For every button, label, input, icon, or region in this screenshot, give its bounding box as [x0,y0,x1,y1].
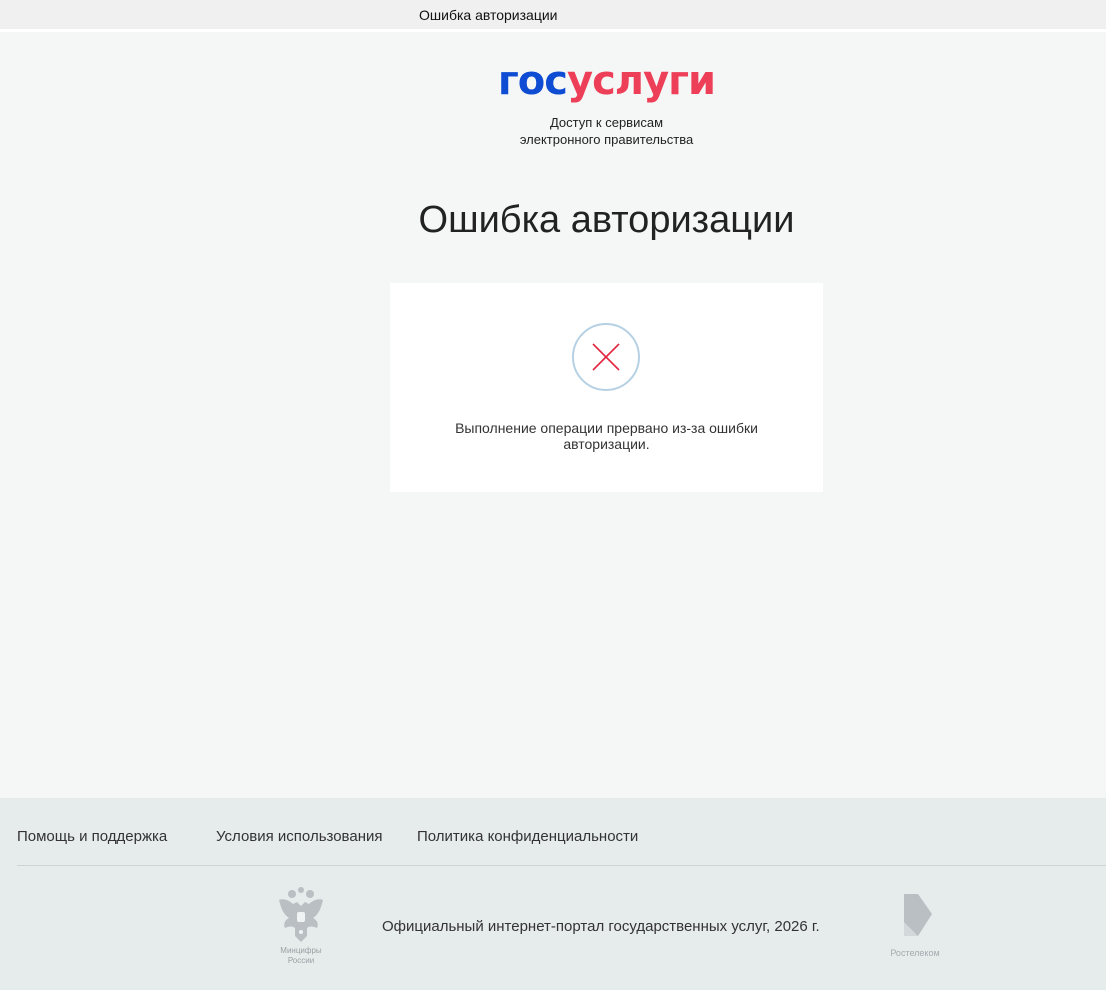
ministry-name: Минцифры России [268,946,334,966]
error-icon-circle [572,323,640,391]
logo-part-uslugi: услуги [567,58,716,104]
window-title: Ошибка авторизации [419,7,558,23]
gosuslugi-logo[interactable]: госуслуги [0,57,1106,105]
mintsifry-logo[interactable]: Минцифры России [268,886,334,970]
rostelecom-icon [904,894,932,936]
coat-of-arms-icon [279,887,323,942]
footer-link-privacy[interactable]: Политика конфиденциальности [417,828,638,848]
close-x-icon [592,343,620,371]
footer-link-terms[interactable]: Условия использования [216,828,417,848]
error-message: Выполнение операции прервано из-за ошибк… [390,420,823,452]
main-content: госуслуги Доступ к сервисам электронного… [0,35,1106,798]
rostelecom-logo[interactable]: Ростелеком [880,892,950,962]
error-message-line-2: авторизации. [563,436,650,452]
footer: Помощь и поддержка Условия использования… [0,798,1106,990]
footer-link-help[interactable]: Помощь и поддержка [17,828,216,848]
tagline-line-2: электронного правительства [519,132,694,147]
error-message-line-1: Выполнение операции прервано из-за ошибк… [455,420,758,436]
tagline-line-1: Доступ к сервисам [549,115,664,130]
rostelecom-name: Ростелеком [890,948,940,958]
footer-copyright: Официальный интернет-портал государствен… [382,918,820,935]
logo-part-gos: гос [497,58,568,104]
footer-divider [17,865,1106,866]
page-title: Ошибка авторизации [418,199,795,241]
error-card: Выполнение операции прервано из-за ошибк… [390,283,823,492]
footer-links: Помощь и поддержка Условия использования… [17,828,638,848]
window-titlebar: Ошибка авторизации [0,0,1106,32]
ministry-name-line-1: Минцифры [280,946,322,955]
ministry-name-line-2: России [287,956,315,965]
tagline: Доступ к сервисам электронного правитель… [0,114,1106,148]
